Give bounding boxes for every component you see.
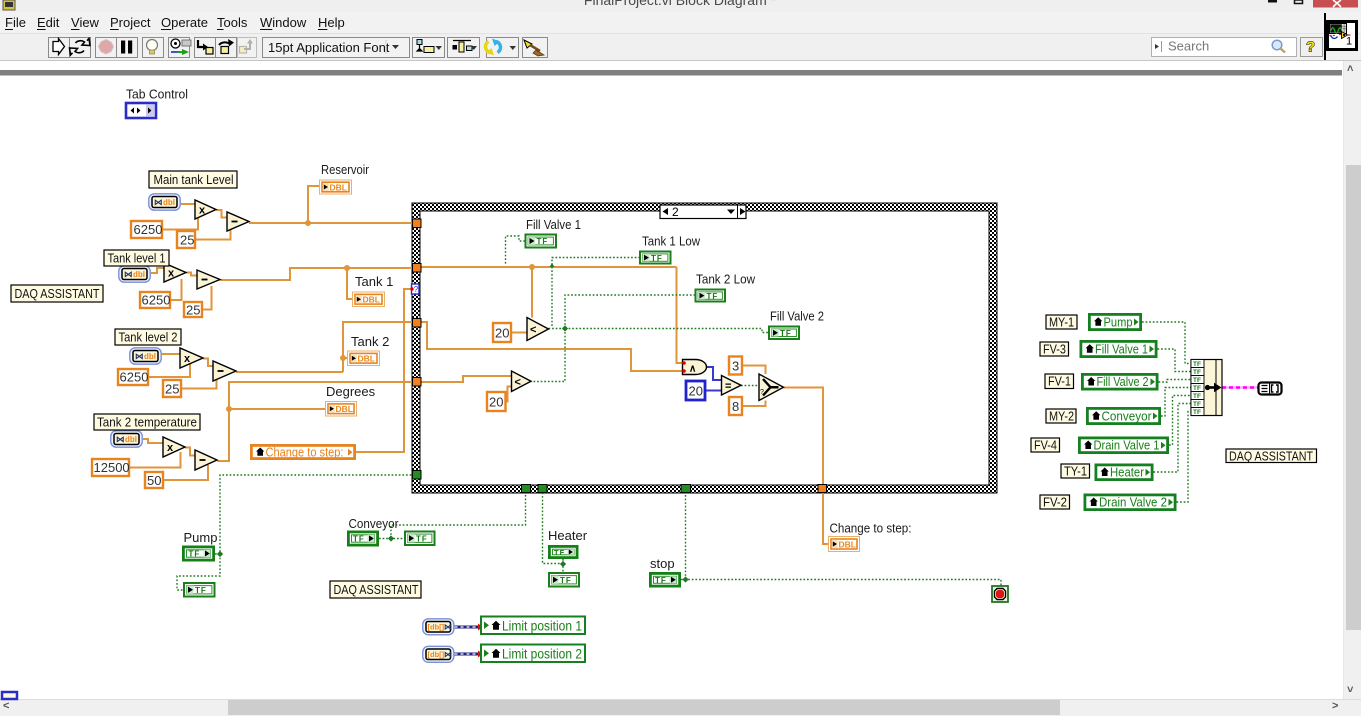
svg-text:Heater: Heater [548, 528, 588, 543]
svg-text:DBL: DBL [363, 295, 380, 305]
svg-text:=: = [725, 381, 731, 393]
svg-text:Conveyor: Conveyor [349, 516, 400, 531]
svg-text:Tank 2 temperature: Tank 2 temperature [97, 415, 197, 430]
svg-text:20: 20 [495, 326, 509, 341]
svg-text:TF: TF [1193, 385, 1201, 392]
svg-text:dbl: dbl [144, 352, 156, 361]
svg-text:Pump: Pump [1104, 315, 1133, 330]
svg-text:[db[]: [db[] [428, 650, 445, 659]
svg-text:6250: 6250 [142, 293, 171, 308]
svg-text:Fill Valve 1: Fill Valve 1 [1095, 342, 1148, 357]
svg-text:?: ? [760, 389, 764, 396]
svg-text:DBL: DBL [358, 354, 375, 364]
svg-text:Main tank Level: Main tank Level [154, 172, 234, 187]
svg-text:TF: TF [780, 329, 792, 338]
svg-text:stop: stop [650, 556, 675, 571]
svg-text:Limit position 1: Limit position 1 [502, 618, 582, 633]
svg-text:20: 20 [489, 395, 503, 410]
svg-text:TF: TF [1193, 369, 1201, 376]
svg-text:Fill Valve 2: Fill Valve 2 [770, 309, 824, 324]
svg-text:Tank 2: Tank 2 [351, 334, 389, 349]
svg-text:12500: 12500 [94, 460, 130, 475]
svg-text:TF: TF [707, 292, 719, 301]
svg-text:TF: TF [651, 254, 663, 263]
svg-text:DAQ ASSISTANT: DAQ ASSISTANT [334, 582, 419, 597]
svg-text:TF: TF [554, 548, 565, 557]
svg-text:∧: ∧ [689, 364, 696, 375]
svg-text:TF: TF [189, 550, 201, 559]
svg-text:8: 8 [732, 399, 739, 414]
svg-text:⋈: ⋈ [135, 351, 144, 361]
svg-text:TF: TF [1193, 401, 1201, 408]
svg-text:25: 25 [180, 233, 194, 248]
svg-text:MY-2: MY-2 [1049, 409, 1074, 424]
svg-text:TF: TF [1193, 409, 1201, 416]
svg-text:6250: 6250 [134, 222, 163, 237]
svg-text:Change to step:: Change to step: [266, 445, 344, 460]
svg-text:Limit position 2: Limit position 2 [502, 646, 582, 661]
svg-text:[db[]: [db[] [428, 623, 445, 632]
svg-text:<: < [530, 324, 536, 336]
svg-text:DBL: DBL [839, 539, 856, 549]
svg-text:x: x [184, 353, 191, 365]
svg-text:Tab Control: Tab Control [126, 87, 188, 102]
svg-text:25: 25 [186, 303, 200, 318]
svg-text:Degrees: Degrees [326, 384, 376, 399]
svg-text:TF: TF [416, 534, 428, 543]
svg-text:Tank 1 Low: Tank 1 Low [642, 234, 701, 249]
svg-text:Tank 2 Low: Tank 2 Low [696, 272, 756, 287]
svg-text:25: 25 [165, 382, 179, 397]
svg-text:Conveyor: Conveyor [1102, 409, 1153, 424]
svg-text:Tank level 1: Tank level 1 [108, 251, 166, 266]
svg-text:⋈: ⋈ [444, 623, 452, 632]
svg-text:⋈: ⋈ [116, 434, 125, 444]
svg-text:FV-2: FV-2 [1043, 495, 1067, 510]
svg-text:TF: TF [1193, 361, 1201, 368]
svg-text:Drain Valve 1: Drain Valve 1 [1094, 438, 1160, 453]
svg-text:TY-1: TY-1 [1064, 464, 1087, 479]
svg-text:FV-1: FV-1 [1048, 374, 1071, 389]
svg-text:TF: TF [537, 237, 549, 246]
svg-text:TF: TF [353, 535, 365, 544]
svg-text:x: x [199, 205, 206, 217]
svg-text:DBL: DBL [330, 182, 347, 192]
svg-text:Heater: Heater [1110, 465, 1145, 480]
svg-text:⋈: ⋈ [444, 650, 452, 659]
svg-text:Reservoir: Reservoir [321, 162, 370, 177]
svg-text:DBL: DBL [336, 404, 353, 414]
svg-text:Fill Valve 1: Fill Valve 1 [526, 217, 581, 232]
svg-text:Tank level 2: Tank level 2 [119, 330, 178, 345]
svg-text:3: 3 [732, 359, 739, 374]
svg-text:MY-1: MY-1 [1049, 315, 1074, 330]
svg-text:DAQ ASSISTANT: DAQ ASSISTANT [15, 286, 100, 301]
svg-text:⋈: ⋈ [154, 197, 163, 207]
svg-text:6250: 6250 [120, 370, 149, 385]
svg-text:dbl: dbl [163, 198, 175, 207]
svg-text:FV-3: FV-3 [1043, 342, 1066, 357]
svg-text:TF: TF [1193, 393, 1201, 400]
svg-text:TF: TF [655, 576, 667, 585]
svg-text:TF: TF [560, 576, 572, 585]
svg-text:2: 2 [672, 205, 679, 219]
svg-text:<: < [515, 377, 521, 389]
svg-text:Pump: Pump [184, 530, 218, 545]
svg-text:20: 20 [689, 384, 703, 399]
svg-text:dbl: dbl [133, 270, 145, 279]
svg-text:50: 50 [147, 473, 161, 488]
svg-text:Change to step:: Change to step: [830, 521, 912, 536]
svg-text:Fill Valve 2: Fill Valve 2 [1097, 374, 1149, 389]
svg-text:DAQ ASSISTANT: DAQ ASSISTANT [1229, 449, 1313, 464]
svg-text:TF: TF [1193, 377, 1201, 384]
svg-text:TF: TF [195, 586, 207, 595]
svg-text:x: x [168, 268, 175, 280]
svg-text:FV-4: FV-4 [1034, 438, 1057, 453]
svg-text:x: x [167, 442, 174, 454]
svg-text:⋈: ⋈ [124, 269, 133, 279]
svg-text:dbl: dbl [125, 435, 137, 444]
svg-text:Drain Valve 2: Drain Valve 2 [1099, 495, 1167, 510]
svg-text:?: ? [414, 285, 419, 294]
svg-text:Tank 1: Tank 1 [355, 274, 393, 289]
